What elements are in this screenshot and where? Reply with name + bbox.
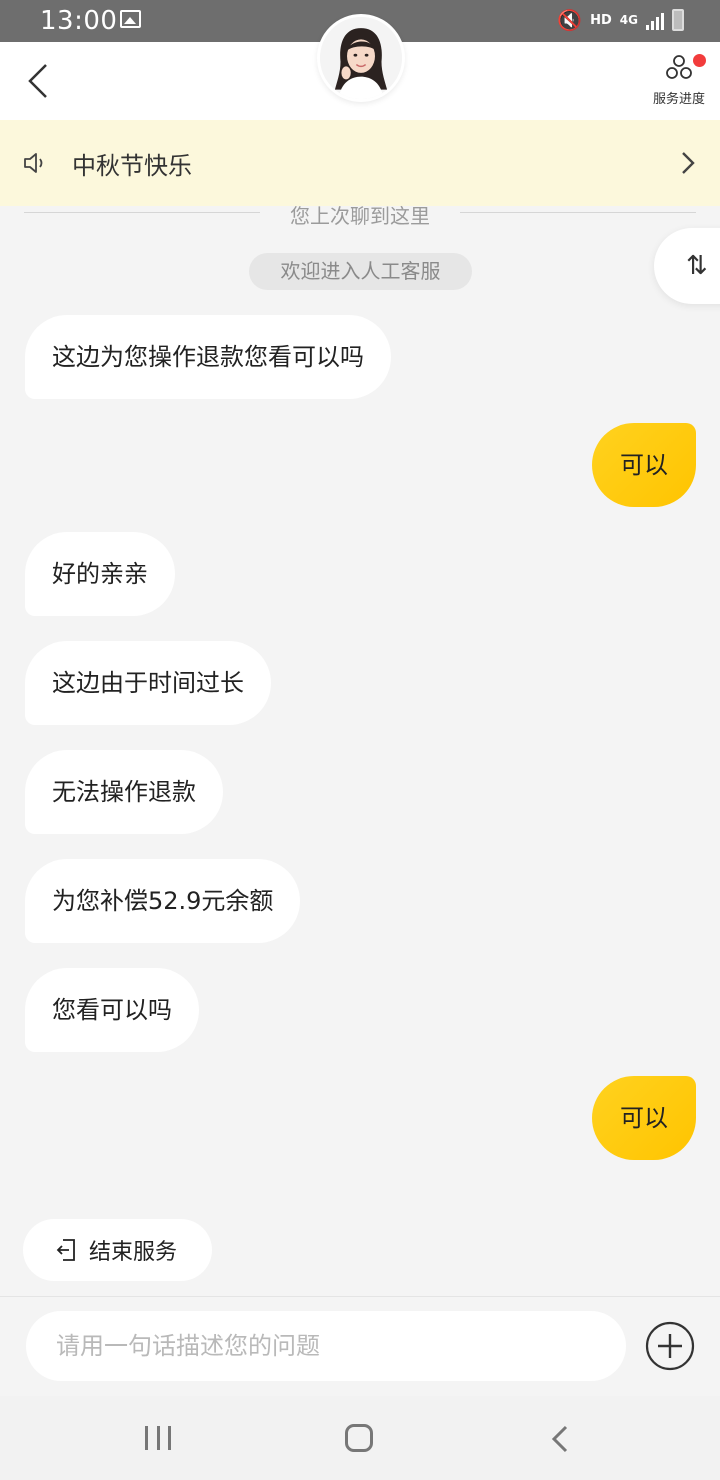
message-bubble-agent[interactable]: 您看可以吗 [25, 968, 199, 1052]
message-bubble-agent[interactable]: 这边为您操作退款您看可以吗 [25, 315, 391, 399]
exit-icon [56, 1239, 75, 1261]
agent-avatar[interactable] [317, 14, 405, 102]
chevron-right-icon [682, 152, 695, 174]
message-bubble-user[interactable]: 可以 [592, 1076, 696, 1160]
announcement-text: 中秋节快乐 [72, 152, 192, 180]
service-progress-button[interactable]: 服务进度 [650, 52, 708, 107]
vibrate-mute-icon: 🔇 [557, 8, 583, 32]
sort-toggle-button[interactable]: ⇅ [654, 228, 720, 304]
service-progress-icon [666, 55, 692, 79]
status-time: 13:00 [40, 6, 118, 36]
system-back-button[interactable] [550, 1424, 570, 1454]
system-nav-bar [0, 1396, 720, 1480]
chevron-left-icon [28, 64, 47, 98]
message-bubble-agent[interactable]: 好的亲亲 [25, 532, 175, 616]
battery-icon [672, 9, 684, 31]
input-bar [0, 1296, 720, 1396]
recent-apps-button[interactable] [145, 1426, 171, 1450]
message-bubble-user[interactable]: 可以 [592, 423, 696, 507]
end-service-button[interactable]: 结束服务 [23, 1219, 212, 1281]
service-progress-label: 服务进度 [652, 92, 705, 107]
add-attachment-button[interactable] [645, 1321, 695, 1371]
agent-portrait-icon [320, 17, 402, 99]
history-divider: 您上次聊到这里 [24, 200, 696, 228]
status-icons: 🔇 HD 4G [557, 8, 684, 32]
message-input[interactable] [26, 1311, 626, 1381]
message-bubble-agent[interactable]: 这边由于时间过长 [25, 641, 271, 725]
gallery-notification-icon [120, 10, 141, 28]
notification-dot [693, 54, 706, 67]
network-4g-indicator: 4G [619, 12, 638, 27]
speaker-icon [24, 153, 43, 173]
history-divider-text: 您上次聊到这里 [290, 204, 430, 228]
swap-arrows-icon: ⇅ [686, 251, 708, 281]
divider-line-right [460, 212, 696, 213]
system-message: 欢迎进入人工客服 [249, 253, 472, 290]
hd-indicator: HD [590, 12, 612, 28]
signal-icon [646, 10, 664, 30]
home-button[interactable] [345, 1424, 373, 1452]
end-service-label: 结束服务 [89, 1240, 178, 1265]
message-bubble-agent[interactable]: 为您补偿52.9元余额 [25, 859, 301, 943]
announcement-banner[interactable]: 中秋节快乐 [0, 120, 720, 206]
message-bubble-agent[interactable]: 无法操作退款 [25, 750, 223, 834]
back-button[interactable] [26, 62, 50, 100]
